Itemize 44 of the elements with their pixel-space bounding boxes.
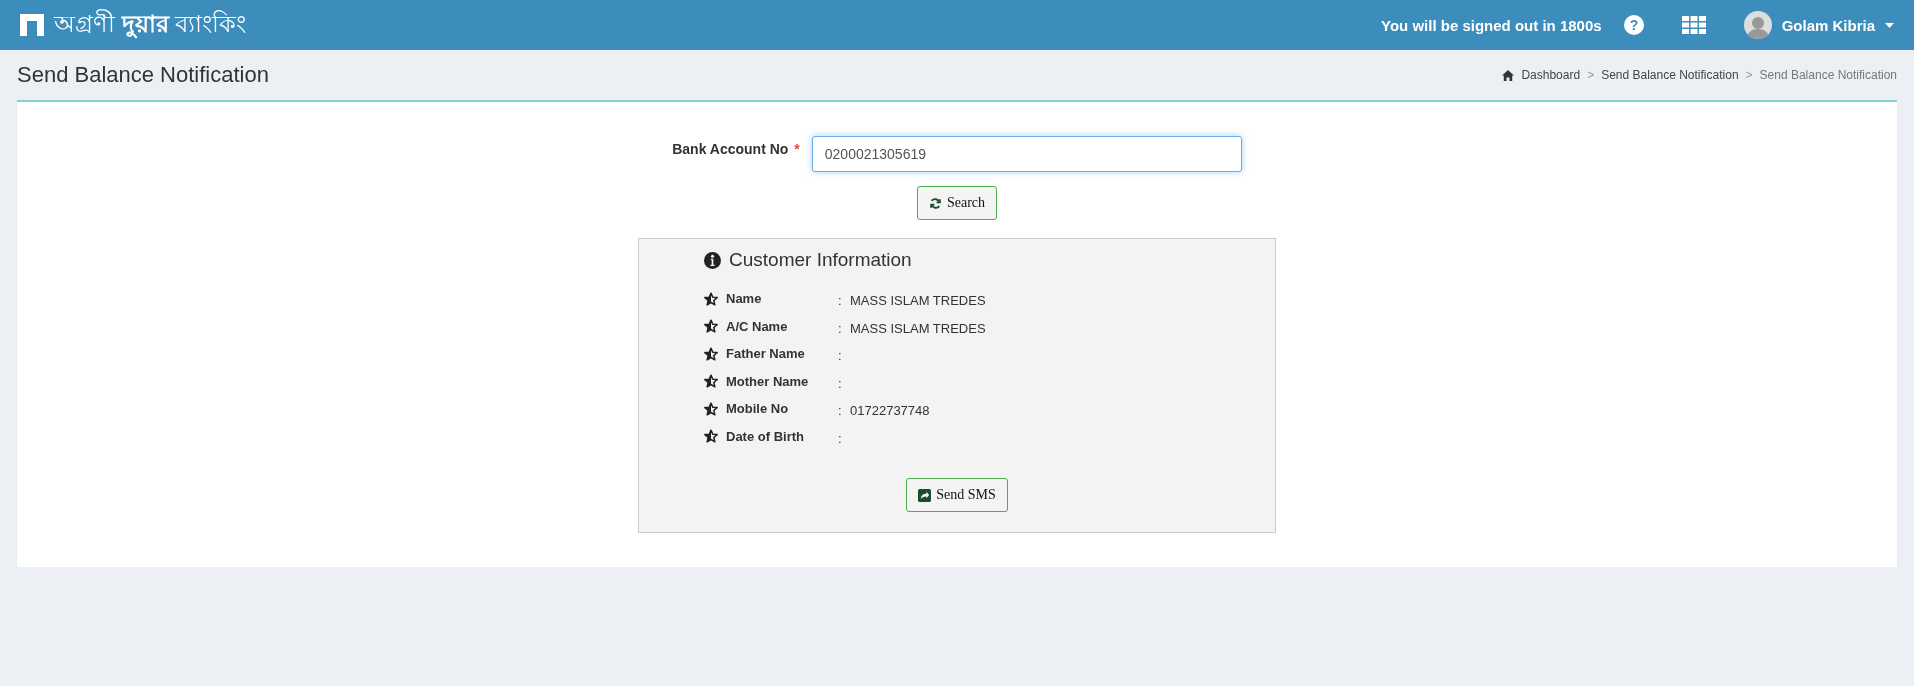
info-value: MASS ISLAM TREDES	[850, 292, 987, 309]
field-label: Bank Account No *	[672, 140, 800, 157]
info-label: Date of Birth	[726, 428, 805, 444]
colon: :	[838, 402, 843, 419]
grid-icon[interactable]	[1681, 16, 1706, 34]
colon: :	[838, 347, 843, 364]
account-input[interactable]: 0200021305619	[811, 136, 1242, 172]
star-icon	[704, 319, 718, 334]
logo-text: অগ্রণী দুয়ার ব্যাংকিং	[54, 8, 247, 41]
send-sms-button[interactable]: Send SMS	[906, 478, 1008, 512]
logo-icon	[20, 14, 44, 36]
info-label: A/C Name	[726, 318, 789, 334]
breadcrumb-link[interactable]: Dashboard	[1521, 68, 1581, 82]
search-button[interactable]: Search	[916, 186, 998, 220]
session-notice: You will be signed out in 1800s	[1381, 16, 1602, 34]
info-value: 01722737748	[850, 402, 931, 419]
info-label: Mother Name	[726, 373, 810, 389]
star-icon	[704, 401, 718, 416]
info-label: Mobile No	[726, 401, 790, 417]
breadcrumb-link[interactable]: Send Balance Notification	[1601, 68, 1739, 82]
avatar-icon	[1743, 11, 1772, 39]
refresh-icon	[928, 196, 942, 210]
colon: :	[838, 374, 843, 391]
breadcrumb-separator: >	[1587, 68, 1595, 82]
share-icon	[918, 488, 932, 502]
info-label: Name	[726, 291, 763, 307]
star-icon	[704, 346, 718, 361]
info-value: MASS ISLAM TREDES	[850, 319, 987, 336]
colon: :	[838, 292, 843, 309]
star-icon	[704, 374, 718, 389]
home-icon	[1502, 69, 1515, 81]
page-title: Send Balance Notification	[17, 62, 269, 88]
breadcrumb-link[interactable]: Send Balance Notification	[1759, 68, 1897, 82]
star-icon	[704, 429, 718, 444]
help-icon[interactable]: ?	[1623, 15, 1644, 35]
breadcrumb-separator: >	[1745, 68, 1753, 82]
caret-icon	[1885, 22, 1894, 28]
info-label: Father Name	[726, 346, 806, 362]
panel-title: Customer Information	[729, 249, 912, 271]
star-icon	[704, 291, 718, 306]
colon: :	[838, 319, 843, 336]
info-icon	[704, 251, 721, 269]
colon: :	[838, 429, 843, 446]
user-menu[interactable]: Golam Kibria	[1743, 11, 1894, 39]
